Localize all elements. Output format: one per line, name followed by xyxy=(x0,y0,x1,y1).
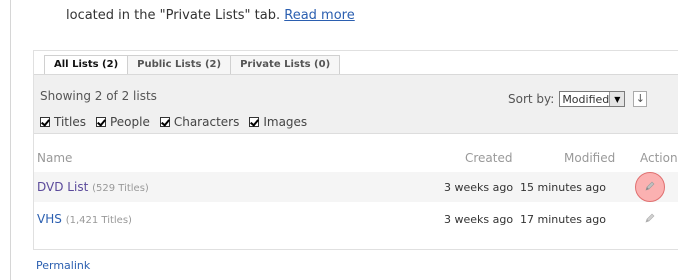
sort-select[interactable]: Modified ▼ xyxy=(559,91,626,107)
left-divider xyxy=(10,0,11,280)
sort-direction-icon[interactable]: ↓ xyxy=(633,91,648,107)
characters-checkbox[interactable] xyxy=(159,117,170,127)
filter-images[interactable]: Images xyxy=(249,115,307,129)
filter-label: Titles xyxy=(54,115,86,129)
list-name[interactable]: VHS xyxy=(37,212,62,226)
table-row: DVD List (529 Titles) 3 weeks ago 15 min… xyxy=(34,172,678,202)
intro-sentence: located in the "Private Lists" tab. xyxy=(66,8,281,23)
intro-text: located in the "Private Lists" tab. Read… xyxy=(66,8,355,23)
showing-count: Showing 2 of 2 lists xyxy=(40,89,157,103)
people-checkbox[interactable] xyxy=(95,117,106,127)
sort-label: Sort by: xyxy=(508,92,555,106)
column-header-name[interactable]: Name xyxy=(37,151,72,165)
list-tabs: All Lists (2) Public Lists (2) Private L… xyxy=(44,55,341,74)
filter-label: Images xyxy=(263,115,308,129)
pencil-icon xyxy=(645,181,655,191)
filter-titles[interactable]: Titles xyxy=(40,115,86,129)
images-checkbox[interactable] xyxy=(249,117,260,127)
filter-characters[interactable]: Characters xyxy=(159,115,240,129)
tab-private-lists[interactable]: Private Lists (0) xyxy=(231,56,339,74)
table-header: Name Created Modified Actions xyxy=(34,151,678,167)
column-header-actions: Actions xyxy=(640,151,678,165)
created-date: 3 weeks ago xyxy=(444,213,514,226)
filter-label: Characters xyxy=(173,115,240,129)
tab-public-lists[interactable]: Public Lists (2) xyxy=(128,56,232,74)
tab-all-lists[interactable]: All Lists (2) xyxy=(45,56,129,74)
chevron-down-icon: ▼ xyxy=(609,92,625,106)
edit-list-button[interactable] xyxy=(634,172,665,202)
permalink-link[interactable]: Permalink xyxy=(36,259,90,272)
created-date: 3 weeks ago xyxy=(444,181,514,194)
sort-control: Sort by: Modified ▼ ↓ xyxy=(508,91,648,107)
sort-selected-value: Modified xyxy=(562,92,610,106)
type-filters: Titles People Characters Images xyxy=(40,115,317,129)
titles-checkbox[interactable] xyxy=(40,117,50,127)
column-header-created[interactable]: Created xyxy=(465,151,513,165)
list-name-link[interactable]: DVD List (529 Titles) xyxy=(37,180,149,194)
modified-date: 15 minutes ago xyxy=(520,181,606,194)
list-title-count: (529 Titles) xyxy=(92,183,149,194)
list-title-count: (1,421 Titles) xyxy=(65,215,132,226)
lists-container: All Lists (2) Public Lists (2) Private L… xyxy=(33,50,678,250)
list-options-panel: Showing 2 of 2 lists Sort by: Modified ▼… xyxy=(34,74,678,134)
pencil-icon xyxy=(645,213,655,223)
column-header-modified[interactable]: Modified xyxy=(564,151,615,165)
filter-people[interactable]: People xyxy=(95,115,150,129)
filter-label: People xyxy=(109,115,150,129)
list-name[interactable]: DVD List xyxy=(37,180,88,194)
table-row: VHS (1,421 Titles) 3 weeks ago 17 minute… xyxy=(34,204,678,234)
page: located in the "Private Lists" tab. Read… xyxy=(0,0,678,280)
read-more-link[interactable]: Read more xyxy=(284,8,354,23)
modified-date: 17 minutes ago xyxy=(520,213,606,226)
list-name-link[interactable]: VHS (1,421 Titles) xyxy=(37,212,132,226)
edit-list-button[interactable] xyxy=(634,204,664,234)
